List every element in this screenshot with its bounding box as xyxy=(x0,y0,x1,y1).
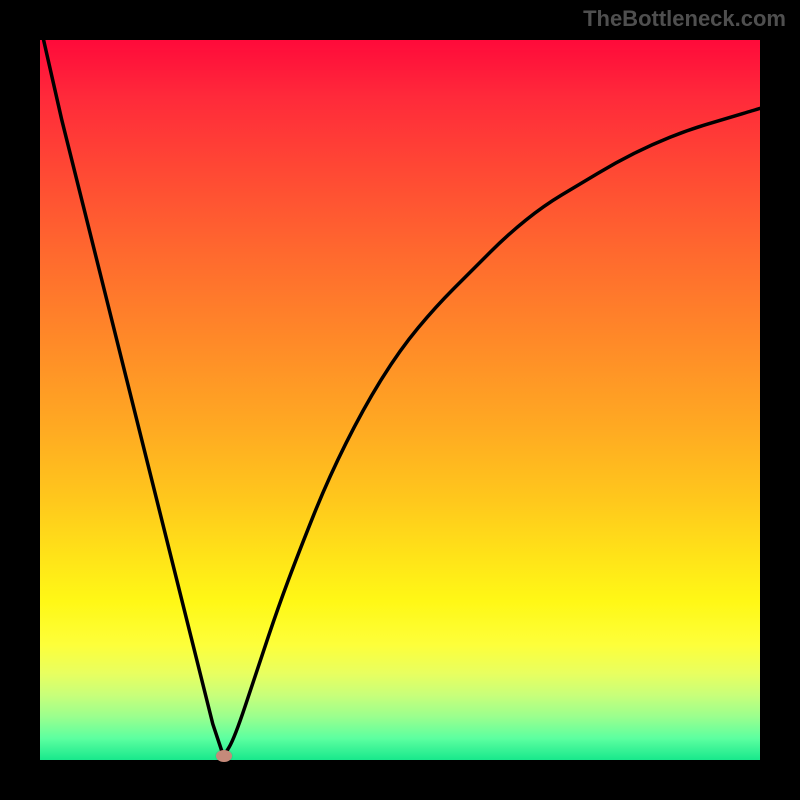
curve-svg xyxy=(40,40,760,760)
plot-area xyxy=(40,40,760,760)
bottleneck-curve xyxy=(44,40,760,756)
watermark-text: TheBottleneck.com xyxy=(583,6,786,32)
chart-frame: TheBottleneck.com xyxy=(0,0,800,800)
optimal-point-marker xyxy=(216,750,232,762)
